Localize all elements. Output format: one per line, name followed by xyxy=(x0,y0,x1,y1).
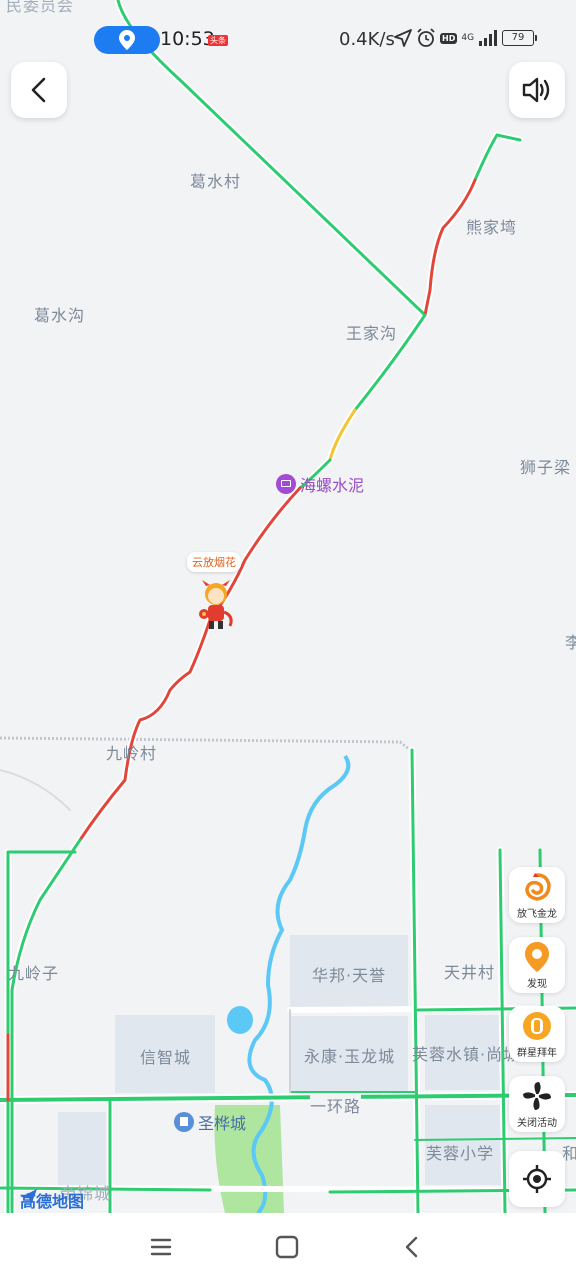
place-label-xinzhi-city: 信智城 xyxy=(140,1048,192,1067)
home-button[interactable] xyxy=(272,1233,302,1261)
place-label-geshui-village: 葛水村 xyxy=(190,172,242,191)
chevron-left-icon xyxy=(31,77,46,103)
back-button[interactable] xyxy=(11,62,67,118)
battery-level: 79 xyxy=(511,32,525,43)
location-pin-orange-icon xyxy=(521,941,553,973)
place-label-top-cut: 民委员会 xyxy=(6,0,75,15)
place-label-wangjiagou: 王家沟 xyxy=(346,324,398,343)
dragon-mascot-icon[interactable] xyxy=(196,580,236,632)
toutiao-badge: 头条 xyxy=(208,35,228,46)
lantern-icon xyxy=(521,1010,553,1042)
close-activity-label: 关闭活动 xyxy=(517,1118,557,1129)
poi-shenghua-label: 圣桦城 xyxy=(198,1114,247,1133)
locate-me-button[interactable] xyxy=(509,1151,565,1207)
hd-icon: HD xyxy=(440,32,458,44)
place-label-xiongjiaqi: 熊家塆 xyxy=(466,218,518,237)
poi-shenghua[interactable]: 圣桦城 xyxy=(174,1110,246,1134)
back-arrow-icon xyxy=(405,1236,418,1258)
place-label-jiuling-village: 九岭村 xyxy=(106,744,158,763)
crosshair-icon xyxy=(523,1165,551,1193)
discover-label: 发现 xyxy=(527,979,547,990)
close-activity-button[interactable]: 关闭活动 xyxy=(509,1076,565,1132)
new-year-greetings-button[interactable]: 群星拜年 xyxy=(509,1006,565,1062)
shop-pin-icon xyxy=(276,474,296,494)
battery-icon: 79 xyxy=(502,30,538,46)
pinwheel-icon xyxy=(521,1080,553,1112)
place-label-yongkang: 永康·玉龙城 xyxy=(304,1047,396,1066)
fireworks-tag[interactable]: 云放烟花 xyxy=(187,552,241,572)
status-time: 10:53 xyxy=(160,28,215,50)
place-label-shiziliang: 狮子梁 xyxy=(520,458,572,477)
dragon-icon xyxy=(521,871,553,903)
place-label-furong-school: 芙蓉小学 xyxy=(426,1144,495,1163)
amap-logo: 高德地图 xyxy=(20,1188,84,1212)
signal-icon xyxy=(479,30,498,46)
net-speed: 0.4K/s xyxy=(339,29,395,50)
location-pin-icon xyxy=(119,30,135,50)
amap-arrow-icon xyxy=(21,1189,37,1205)
menu-lines-icon xyxy=(150,1238,172,1256)
recent-apps-button[interactable] xyxy=(146,1233,176,1261)
system-back-button[interactable] xyxy=(398,1233,428,1261)
speaker-icon xyxy=(522,77,550,103)
poi-cement-label: 海螺水泥 xyxy=(300,476,365,495)
release-dragon-button[interactable]: 放飞金龙 xyxy=(509,867,565,923)
system-nav-bar xyxy=(0,1213,576,1280)
network-type: 4G xyxy=(461,33,475,43)
new-year-greetings-label: 群星拜年 xyxy=(517,1048,557,1059)
alarm-icon xyxy=(417,28,435,47)
discover-button[interactable]: 发现 xyxy=(509,937,565,993)
map-roads xyxy=(0,0,576,1213)
map-canvas[interactable]: 民委员会 葛水村 熊家塆 葛水沟 王家沟 狮子梁 李 九岭村 九岭子 华邦·天誉… xyxy=(0,0,576,1213)
place-label-furong-town: 芙蓉水镇·尚城 xyxy=(412,1045,521,1064)
navigation-arrow-icon xyxy=(394,29,412,47)
volume-button[interactable] xyxy=(509,62,565,118)
place-label-geshui-gully: 葛水沟 xyxy=(34,306,86,325)
status-icons: HD 4G 79 xyxy=(394,28,538,48)
poi-cement[interactable]: 海螺水泥 xyxy=(276,472,364,496)
home-square-icon xyxy=(275,1235,299,1259)
place-label-jiulingzi: 九岭子 xyxy=(8,964,60,983)
building-pin-icon xyxy=(174,1112,194,1132)
place-label-tianjing-village: 天井村 xyxy=(444,963,496,982)
place-label-li-cut: 李 xyxy=(565,633,576,652)
release-dragon-label: 放飞金龙 xyxy=(517,909,557,920)
place-label-huabang: 华邦·天誉 xyxy=(312,966,387,985)
location-sharing-pill[interactable] xyxy=(94,26,160,54)
road-label-ring-road: 一环路 xyxy=(310,1093,362,1117)
